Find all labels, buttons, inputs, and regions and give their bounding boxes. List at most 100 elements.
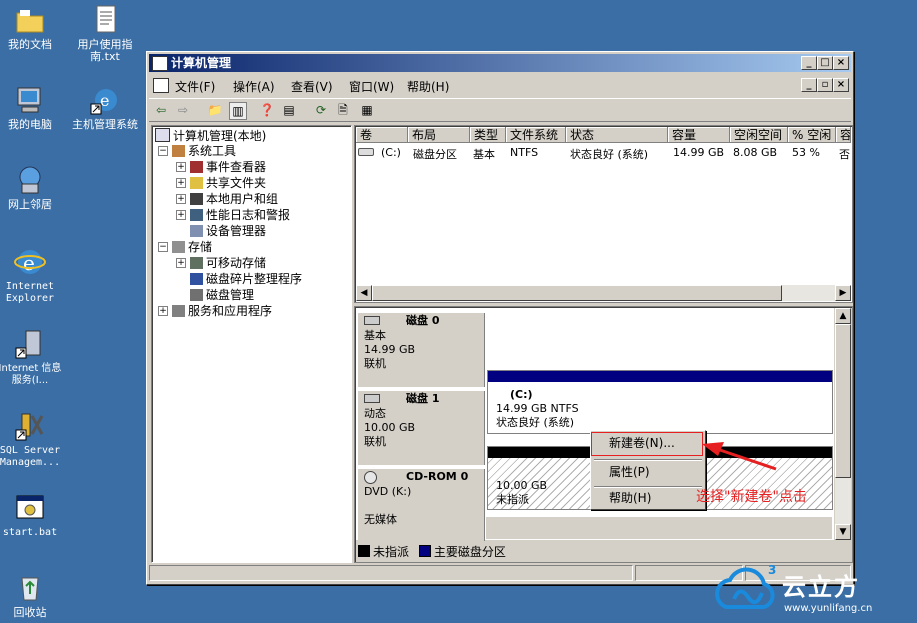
scroll-thumb[interactable]: [372, 285, 782, 301]
column-header-capacity[interactable]: 容量: [668, 127, 730, 143]
disk-state: 联机: [364, 357, 386, 370]
menu-action[interactable]: 操作(A): [233, 78, 275, 95]
scroll-thumb[interactable]: [835, 324, 851, 478]
show-hide-tree-icon[interactable]: ▥: [229, 102, 247, 120]
volume-status: 状态良好 (系统): [496, 416, 575, 429]
desktop-icon-network[interactable]: 网上邻居: [0, 164, 65, 211]
tree-item-removable-storage[interactable]: 可移动存储: [190, 255, 266, 271]
tree-item-shared-folders[interactable]: 共享文件夹: [190, 175, 266, 191]
text-file-icon: [89, 4, 121, 36]
expand-toggle[interactable]: +: [176, 162, 186, 172]
menu-view[interactable]: 查看(V): [291, 78, 333, 95]
vertical-scrollbar[interactable]: ▲ ▼: [835, 308, 851, 540]
scroll-down-button[interactable]: ▼: [835, 524, 851, 540]
services-icon: [172, 305, 185, 317]
properties-icon[interactable]: 🗎: [335, 102, 351, 118]
desktop-icon-host-mgmt[interactable]: e 主机管理系统: [70, 84, 140, 131]
recycle-bin-icon: [14, 572, 46, 604]
menu-file[interactable]: 文件(F): [175, 78, 215, 95]
desktop-icon-label: 回收站: [13, 606, 47, 619]
desktop-icon-label: 主机管理系统: [72, 118, 138, 131]
logo-badge: 3: [768, 563, 777, 577]
mdi-close-button[interactable]: ×: [833, 78, 849, 92]
close-button[interactable]: ×: [833, 56, 849, 70]
menu-item-properties[interactable]: 属性(P): [593, 462, 703, 482]
desktop-icon-sql-server[interactable]: SQL Server Managem...: [0, 410, 65, 469]
disk-size: 10.00 GB: [364, 421, 416, 434]
menu-help[interactable]: 帮助(H): [407, 78, 449, 95]
desktop-icon-my-computer[interactable]: 我的电脑: [0, 84, 65, 131]
desktop-icon-recycle-bin[interactable]: 回收站: [0, 572, 65, 619]
drive-icon: [358, 148, 374, 156]
scroll-left-button[interactable]: ◀: [356, 285, 372, 301]
desktop-icon-label: Internet 信息服务(I...: [0, 363, 62, 386]
expand-toggle[interactable]: +: [176, 178, 186, 188]
refresh-icon[interactable]: ⟳: [313, 102, 329, 118]
column-header-fault[interactable]: 容: [836, 127, 851, 143]
column-header-filesystem[interactable]: 文件系统: [506, 127, 566, 143]
hard-disk-icon: [364, 394, 380, 403]
disk-0-info[interactable]: 磁盘 0 基本 14.99 GB 联机: [358, 313, 485, 387]
disk-1-info[interactable]: 磁盘 1 动态 10.00 GB 联机: [358, 391, 485, 465]
disk-name: 磁盘 1: [406, 392, 440, 405]
column-header-pct-free[interactable]: % 空闲: [788, 127, 836, 143]
horizontal-scrollbar[interactable]: ◀ ▶: [356, 285, 851, 301]
column-header-volume[interactable]: 卷: [356, 127, 408, 143]
desktop-icon-label: 用户使用指南.txt: [77, 38, 133, 63]
maximize-button[interactable]: □: [817, 56, 833, 70]
disk-name: CD-ROM 0: [406, 470, 469, 483]
column-header-layout[interactable]: 布局: [408, 127, 470, 143]
cdrom-0-info[interactable]: CD-ROM 0 DVD (K:) 无媒体: [358, 469, 485, 541]
mdi-restore-button[interactable]: ▫: [817, 78, 833, 92]
expand-toggle[interactable]: +: [176, 210, 186, 220]
console-window-icon[interactable]: ▤: [281, 102, 297, 118]
desktop-icon-iis[interactable]: Internet 信息服务(I...: [0, 328, 65, 387]
forward-arrow-icon[interactable]: ⇨: [175, 102, 191, 118]
tree-item-storage[interactable]: 存储: [172, 239, 212, 255]
users-icon: [190, 193, 203, 205]
tree-item-system-tools[interactable]: 系统工具: [172, 143, 236, 159]
disk-name: 磁盘 0: [406, 314, 440, 327]
desktop-icon-my-documents[interactable]: 我的文档: [0, 4, 65, 51]
tree-item-event-viewer[interactable]: 事件查看器: [190, 159, 266, 175]
expand-toggle[interactable]: +: [176, 258, 186, 268]
desktop-icon-start-bat[interactable]: start.bat: [0, 492, 65, 539]
tree-item-root[interactable]: 计算机管理(本地): [155, 128, 267, 144]
tree-item-services-apps[interactable]: 服务和应用程序: [172, 303, 272, 319]
collapse-toggle[interactable]: −: [158, 146, 168, 156]
menu-bar: 文件(F) 操作(A) 查看(V) 窗口(W) 帮助(H) _ ▫ ×: [149, 75, 851, 95]
desktop-icon-user-guide[interactable]: 用户使用指南.txt: [70, 4, 140, 63]
collapse-toggle[interactable]: −: [158, 242, 168, 252]
scroll-right-button[interactable]: ▶: [835, 285, 851, 301]
help-icon[interactable]: ❓: [259, 102, 275, 118]
cell-capacity: 14.99 GB: [673, 146, 725, 159]
mdi-minimize-button[interactable]: _: [801, 78, 817, 92]
expand-toggle[interactable]: +: [158, 306, 168, 316]
tree-item-local-users[interactable]: 本地用户和组: [190, 191, 278, 207]
logo-url: www.yunlifang.cn: [784, 603, 873, 614]
column-header-type[interactable]: 类型: [470, 127, 506, 143]
menu-item-help[interactable]: 帮助(H): [593, 488, 703, 508]
minimize-button[interactable]: _: [801, 56, 817, 70]
expand-toggle[interactable]: +: [176, 194, 186, 204]
removable-storage-icon: [190, 257, 203, 269]
window-title: 计算机管理: [171, 56, 232, 70]
tree-item-disk-management[interactable]: 磁盘管理: [190, 287, 254, 303]
scroll-up-button[interactable]: ▲: [835, 308, 851, 324]
highlight-box: [591, 432, 703, 456]
tree-item-defrag[interactable]: 磁盘碎片整理程序: [190, 271, 302, 287]
column-header-status[interactable]: 状态: [566, 127, 668, 143]
up-folder-icon[interactable]: 📁: [207, 102, 223, 118]
defrag-icon: [190, 273, 203, 285]
back-arrow-icon[interactable]: ⇦: [153, 102, 169, 118]
performance-icon: [190, 209, 203, 221]
desktop-icon-ie[interactable]: e Internet Explorer: [0, 246, 65, 305]
tree-item-perf-logs[interactable]: 性能日志和警报: [190, 207, 290, 223]
column-header-free-space[interactable]: 空闲空间: [730, 127, 788, 143]
tree-item-device-manager[interactable]: 设备管理器: [190, 223, 266, 239]
volume-c-block[interactable]: (C:) 14.99 GB NTFS 状态良好 (系统): [487, 370, 833, 434]
export-list-icon[interactable]: ▦: [359, 102, 375, 118]
toolbar: ⇦ ⇨ 📁 ▥ ❓ ▤ ⟳ 🗎 ▦: [149, 98, 851, 122]
title-bar[interactable]: 计算机管理 _ □ ×: [149, 54, 851, 72]
menu-window[interactable]: 窗口(W): [349, 78, 394, 95]
